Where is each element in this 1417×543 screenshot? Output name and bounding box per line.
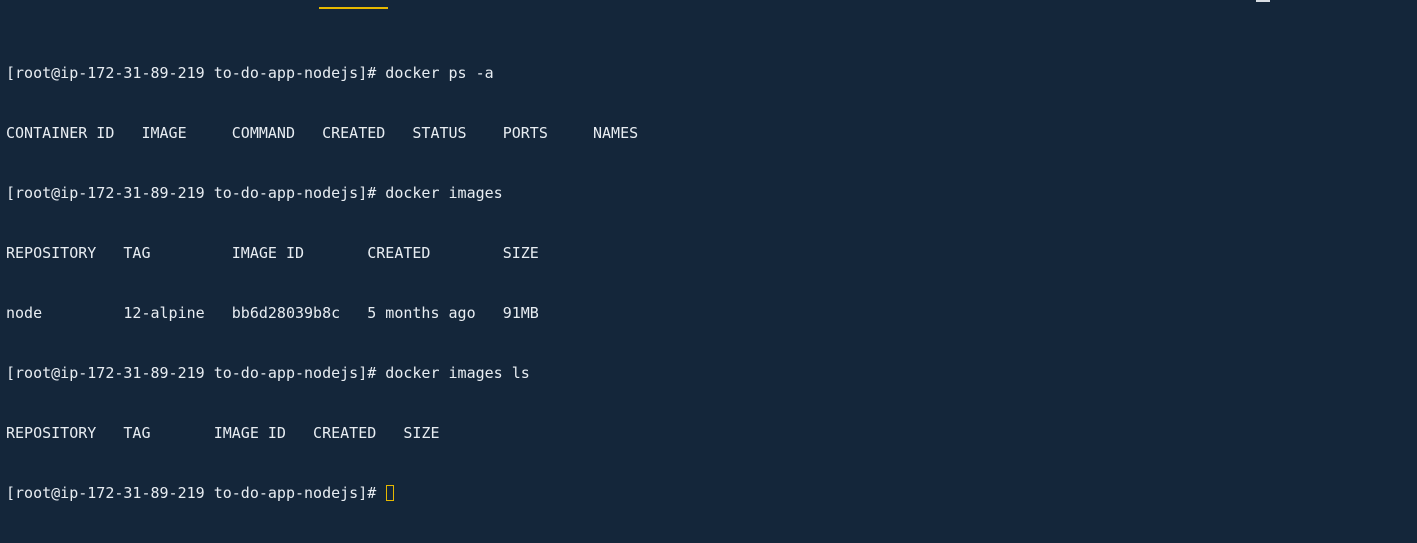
terminal-line: REPOSITORY TAG IMAGE ID CREATED SIZE [6, 244, 539, 262]
prompt-line[interactable]: [root@ip-172-31-89-219 to-do-app-nodejs]… [6, 483, 638, 503]
terminal-output[interactable]: [root@ip-172-31-89-219 to-do-app-nodejs]… [6, 23, 638, 543]
active-tab-indicator [319, 7, 388, 9]
terminal-line: [root@ip-172-31-89-219 to-do-app-nodejs]… [6, 364, 530, 382]
terminal-line: node 12-alpine bb6d28039b8c 5 months ago… [6, 304, 539, 322]
terminal-line: CONTAINER ID IMAGE COMMAND CREATED STATU… [6, 124, 639, 142]
terminal-window[interactable]: [root@ip-172-31-89-219 to-do-app-nodejs]… [0, 0, 1417, 502]
terminal-line: [root@ip-172-31-89-219 to-do-app-nodejs]… [6, 184, 503, 202]
text-cursor [386, 485, 395, 501]
terminal-line: REPOSITORY TAG IMAGE ID CREATED SIZE [6, 424, 440, 442]
prompt-text: [root@ip-172-31-89-219 to-do-app-nodejs]… [6, 484, 386, 502]
terminal-line: [root@ip-172-31-89-219 to-do-app-nodejs]… [6, 64, 494, 82]
window-edge-marker [1256, 0, 1270, 2]
